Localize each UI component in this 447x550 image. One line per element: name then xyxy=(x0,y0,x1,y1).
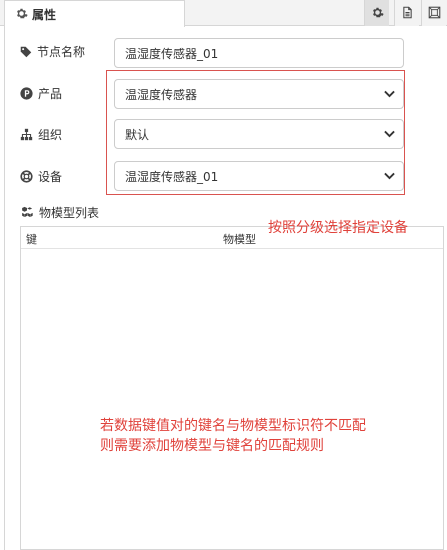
annotation-mapping-line-2: 则需要添加物模型与键名的匹配规则 xyxy=(100,438,324,454)
group-label: 组织 xyxy=(20,126,62,143)
gear-icon xyxy=(17,8,28,19)
document-icon xyxy=(403,6,412,19)
product-label: 产品 xyxy=(20,85,62,102)
product-p-icon xyxy=(20,87,33,100)
node-name-value: 温湿度传感器_01 xyxy=(125,46,219,61)
device-label-text: 设备 xyxy=(38,170,63,184)
lifebuoy-icon xyxy=(20,170,33,183)
gear-icon xyxy=(373,7,384,18)
appearance-button[interactable] xyxy=(421,0,446,26)
settings-button[interactable] xyxy=(364,0,389,26)
description-button[interactable] xyxy=(394,0,419,26)
model-list-label-text: 物模型列表 xyxy=(39,206,100,220)
group-label-text: 组织 xyxy=(38,128,63,142)
node-name-input[interactable]: 温湿度传感器_01 xyxy=(114,38,404,68)
model-mapping-table: 键 物模型 xyxy=(20,226,444,550)
cubes-icon xyxy=(22,206,33,217)
product-label-text: 产品 xyxy=(38,87,63,101)
model-list-label: 物模型列表 xyxy=(20,204,99,221)
node-name-label-text: 节点名称 xyxy=(37,45,86,59)
selection-highlight-box xyxy=(106,70,405,195)
annotation-hierarchy-note: 按照分级选择指定设备 xyxy=(268,220,408,236)
tab-properties[interactable]: 属性 xyxy=(4,0,185,27)
annotation-mapping-line-1: 若数据键值对的键名与物模型标识符不匹配 xyxy=(100,418,366,434)
panel-header: 属性 xyxy=(0,0,447,27)
column-header-model: 物模型 xyxy=(223,233,256,246)
frame-icon xyxy=(428,6,441,19)
org-chart-icon xyxy=(20,128,33,141)
annotation-mapping-note: 若数据键值对的键名与物模型标识符不匹配 则需要添加物模型与键名的匹配规则 xyxy=(100,416,420,456)
device-label: 设备 xyxy=(20,168,62,185)
tab-properties-label: 属性 xyxy=(32,8,57,22)
column-header-key: 键 xyxy=(26,233,37,246)
panel-left-border xyxy=(4,26,5,550)
node-name-label: 节点名称 xyxy=(20,43,85,60)
tag-icon xyxy=(20,46,32,57)
